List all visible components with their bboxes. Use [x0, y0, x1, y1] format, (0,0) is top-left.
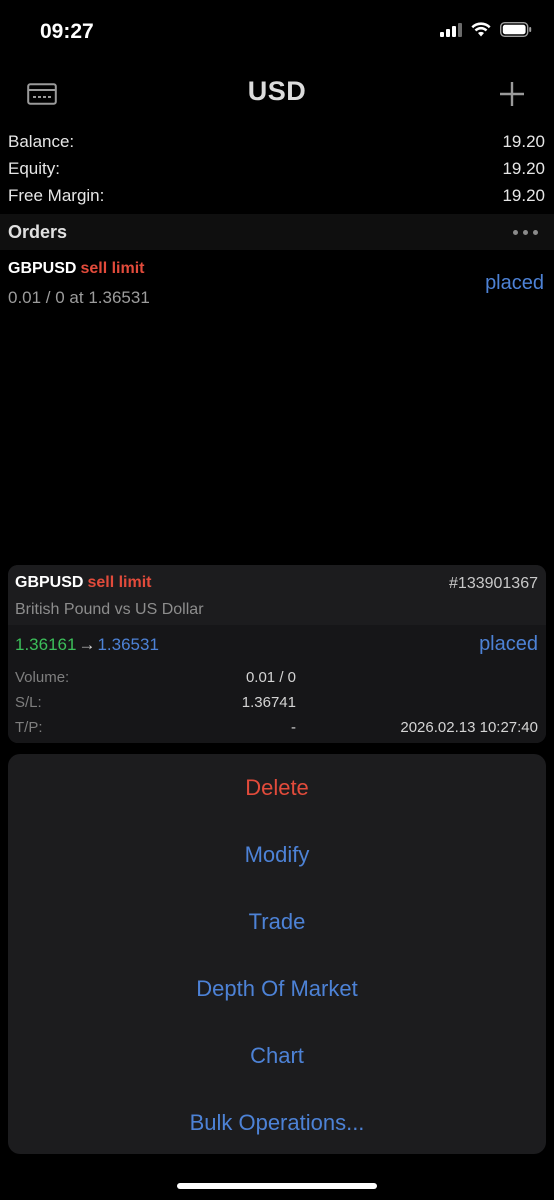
chart-button[interactable]: Chart — [8, 1022, 546, 1089]
status-icons — [440, 22, 532, 37]
account-summary: Balance: 19.20 Equity: 19.20 Free Margin… — [0, 128, 554, 209]
balance-value: 19.20 — [502, 131, 545, 151]
nav-bar: USD — [0, 66, 554, 122]
home-indicator[interactable] — [177, 1183, 377, 1189]
order-row[interactable]: GBPUSD sell limit 0.01 / 0 at 1.36531 pla… — [0, 254, 554, 314]
depth-of-market-button[interactable]: Depth Of Market — [8, 955, 546, 1022]
trade-button[interactable]: Trade — [8, 888, 546, 955]
order-time: 2026.02.13 10:27:40 — [400, 719, 538, 736]
symbol-description: British Pound vs US Dollar — [15, 601, 204, 618]
price-from: 1.36161 — [15, 635, 77, 654]
equity-row: Equity: 19.20 — [0, 155, 554, 182]
card-symbol: GBPUSD — [15, 574, 84, 591]
page-title: USD — [247, 76, 307, 106]
delete-button[interactable]: Delete — [8, 754, 546, 821]
wifi-icon — [471, 22, 491, 37]
card-header: GBPUSD sell limit #133901367 British Poun… — [8, 565, 546, 625]
card-body: 1.36161 → 1.36531 placed Volume: 0.01 / 0 … — [8, 625, 546, 743]
volume-label: Volume: — [15, 669, 70, 686]
order-detail-card: GBPUSD sell limit #133901367 British Poun… — [8, 565, 546, 743]
plus-icon[interactable] — [496, 78, 528, 110]
modify-button[interactable]: Modify — [8, 821, 546, 888]
free-margin-label: Free Margin: — [8, 185, 105, 205]
order-type: sell limit — [80, 260, 145, 277]
balance-label: Balance: — [8, 131, 75, 151]
app-screen: 09:27 USD Balance: 19.20 Equity: 19.20 F… — [0, 0, 554, 1200]
free-margin-row: Free Margin: 19.20 — [0, 182, 554, 209]
sl-value: 1.36741 — [241, 694, 296, 711]
equity-label: Equity: — [8, 158, 60, 178]
orders-section-title: Orders — [8, 221, 68, 242]
price-to: 1.36531 — [97, 635, 159, 654]
tp-value: - — [291, 719, 296, 736]
order-status: placed — [485, 272, 544, 294]
card-title: GBPUSD sell limit — [15, 574, 151, 592]
ticket-number: #133901367 — [449, 575, 538, 592]
price-line: 1.36161 → 1.36531 — [15, 635, 159, 655]
equity-value: 19.20 — [502, 158, 545, 178]
order-title: GBPUSD sell limit — [8, 260, 144, 278]
battery-icon — [500, 22, 532, 37]
card-status: placed — [479, 633, 538, 655]
arrow-right-icon: → — [78, 635, 96, 654]
signal-icon — [440, 22, 462, 37]
order-symbol: GBPUSD — [8, 260, 77, 277]
sl-label: S/L: — [15, 694, 42, 711]
volume-value: 0.01 / 0 — [245, 669, 296, 686]
balance-row: Balance: 19.20 — [0, 128, 554, 155]
status-bar: 09:27 — [0, 0, 554, 66]
free-margin-value: 19.20 — [502, 185, 545, 205]
orders-section-header: Orders — [0, 214, 554, 250]
more-icon[interactable] — [513, 229, 538, 235]
status-time: 09:27 — [40, 20, 94, 43]
action-sheet: Delete Modify Trade Depth Of Market Char… — [8, 754, 546, 1154]
order-details: 0.01 / 0 at 1.36531 — [8, 288, 150, 307]
bulk-operations-button[interactable]: Bulk Operations... — [8, 1089, 546, 1156]
tp-label: T/P: — [15, 719, 43, 736]
card-order-type: sell limit — [87, 574, 152, 591]
